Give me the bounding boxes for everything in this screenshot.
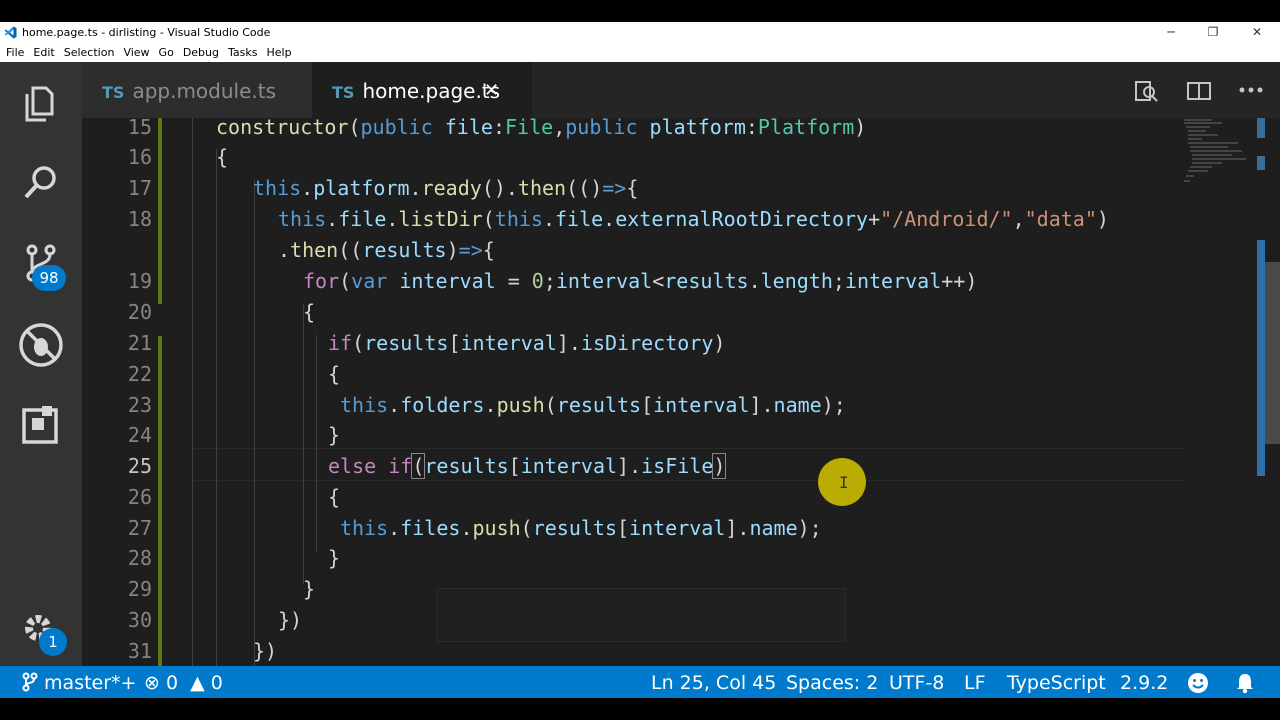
git-branch-icon bbox=[22, 672, 38, 692]
minimap[interactable] bbox=[1182, 118, 1258, 188]
tab-label: app.module.ts bbox=[132, 79, 277, 103]
open-changes-icon[interactable] bbox=[1132, 78, 1160, 104]
typescript-version[interactable]: 2.9.2 bbox=[1120, 666, 1168, 698]
indentation-status[interactable]: Spaces: 2 bbox=[786, 666, 878, 698]
code-line: 18 this.file.listDir(this.file.externalRo… bbox=[82, 204, 1182, 235]
hover-widget bbox=[436, 588, 846, 642]
menu-view[interactable]: View bbox=[120, 44, 152, 61]
menu-selection[interactable]: Selection bbox=[61, 44, 118, 61]
line-number: 29 bbox=[127, 577, 152, 601]
line-number: 24 bbox=[127, 423, 152, 447]
title-bar: home.page.ts - dirlisting - Visual Studi… bbox=[0, 22, 1280, 44]
error-icon: ⊗ bbox=[144, 672, 160, 694]
line-number: 18 bbox=[127, 207, 152, 231]
settings-badge: 1 bbox=[39, 628, 67, 656]
menu-file[interactable]: File bbox=[3, 44, 27, 61]
language-mode[interactable]: TypeScript bbox=[1007, 666, 1106, 698]
code-line-current: 25 else if(results[interval].isFile) bbox=[82, 451, 1182, 482]
line-number: 28 bbox=[127, 546, 152, 570]
line-number: 21 bbox=[127, 331, 152, 355]
top-black-bar bbox=[0, 0, 1280, 22]
eol-status[interactable]: LF bbox=[964, 666, 986, 698]
code-editor[interactable]: 15 constructor(public file:File,public pl… bbox=[82, 115, 1280, 666]
vertical-scrollbar-thumb[interactable] bbox=[1265, 262, 1280, 444]
vscode-logo-icon bbox=[4, 26, 17, 39]
editor-tabs: TS app.module.ts TS home.page.ts ✕ bbox=[82, 62, 1280, 118]
explorer-icon[interactable] bbox=[16, 76, 66, 126]
code-line: 15 constructor(public file:File,public pl… bbox=[82, 112, 1182, 143]
encoding-status[interactable]: UTF-8 bbox=[889, 666, 944, 698]
line-number: 31 bbox=[127, 639, 152, 663]
extensions-icon[interactable] bbox=[16, 400, 66, 450]
git-branch-status[interactable]: master*+ bbox=[22, 666, 136, 698]
code-line: 17 this.platform.ready().then(()=>{ bbox=[82, 173, 1182, 204]
line-number: 17 bbox=[127, 176, 152, 200]
restore-icon[interactable]: ❐ bbox=[1192, 22, 1234, 44]
code-line: 27 this.files.push(results[interval].name… bbox=[82, 513, 1182, 544]
tab-app-module[interactable]: TS app.module.ts bbox=[82, 62, 312, 118]
menu-debug[interactable]: Debug bbox=[180, 44, 222, 61]
code-line: 19 for(var interval = 0;interval<results.… bbox=[82, 266, 1182, 297]
menu-go[interactable]: Go bbox=[156, 44, 177, 61]
typescript-icon: TS bbox=[332, 83, 355, 102]
scm-badge: 98 bbox=[32, 265, 66, 291]
search-icon[interactable] bbox=[16, 158, 66, 208]
line-number: 26 bbox=[127, 485, 152, 509]
line-number: 22 bbox=[127, 362, 152, 386]
feedback-smiley-icon[interactable] bbox=[1186, 672, 1210, 694]
problems-status[interactable]: ⊗ 0 ▲ 0 bbox=[144, 666, 223, 698]
status-bar: master*+ ⊗ 0 ▲ 0 Ln 25, Col 45 Spaces: 2… bbox=[0, 666, 1280, 698]
code-line: 22{ bbox=[82, 359, 1182, 390]
scroll-change-marker bbox=[1257, 240, 1265, 476]
text-cursor-icon: I bbox=[839, 473, 849, 492]
line-number: 15 bbox=[127, 115, 152, 139]
scroll-change-marker bbox=[1257, 118, 1265, 138]
debug-icon[interactable] bbox=[16, 320, 66, 370]
warning-count: 0 bbox=[210, 672, 223, 694]
line-number: 27 bbox=[127, 516, 152, 540]
close-window-icon[interactable]: ✕ bbox=[1236, 22, 1278, 44]
menu-edit[interactable]: Edit bbox=[30, 44, 57, 61]
tab-label: home.page.ts bbox=[362, 79, 501, 103]
line-number: 25 bbox=[127, 454, 152, 478]
code-line: 16{ bbox=[82, 142, 1182, 173]
line-number: 20 bbox=[127, 300, 152, 324]
error-count: 0 bbox=[165, 672, 179, 694]
line-number: 16 bbox=[127, 145, 152, 169]
typescript-icon: TS bbox=[102, 83, 125, 102]
vscode-window: home.page.ts - dirlisting - Visual Studi… bbox=[0, 0, 1280, 698]
code-line: 21 if(results[interval].isDirectory) bbox=[82, 328, 1182, 359]
code-line: 23 this.folders.push(results[interval].na… bbox=[82, 390, 1182, 421]
menu-help[interactable]: Help bbox=[263, 44, 294, 61]
split-editor-icon[interactable] bbox=[1186, 80, 1212, 102]
code-line: 24} bbox=[82, 420, 1182, 451]
menu-tasks[interactable]: Tasks bbox=[225, 44, 260, 61]
code-line: 20{ bbox=[82, 297, 1182, 328]
code-line: .then((results)=>{ bbox=[278, 238, 495, 262]
menu-bar: File Edit Selection View Go Debug Tasks Help bbox=[0, 44, 1280, 62]
scroll-change-marker bbox=[1257, 156, 1265, 170]
branch-name: master*+ bbox=[44, 672, 137, 694]
activity-bar: 98 1 bbox=[0, 62, 82, 666]
warning-icon: ▲ bbox=[190, 672, 205, 694]
window-title: home.page.ts - dirlisting - Visual Studi… bbox=[22, 26, 271, 39]
more-actions-icon[interactable] bbox=[1238, 84, 1264, 96]
code-line: 28} bbox=[82, 543, 1182, 574]
minimize-icon[interactable]: ─ bbox=[1150, 22, 1192, 44]
line-number: 19 bbox=[127, 269, 152, 293]
line-number: 23 bbox=[127, 393, 152, 417]
cursor-position[interactable]: Ln 25, Col 45 bbox=[651, 666, 776, 698]
tab-home-page[interactable]: TS home.page.ts ✕ bbox=[312, 62, 532, 118]
notifications-bell-icon[interactable] bbox=[1234, 672, 1256, 694]
code-line: 26{ bbox=[82, 482, 1182, 513]
line-number: 30 bbox=[127, 608, 152, 632]
